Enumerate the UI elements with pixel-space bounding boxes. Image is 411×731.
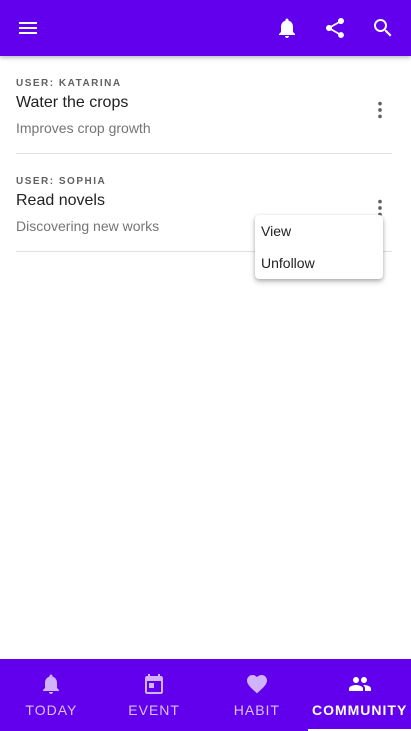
nav-label: EVENT (128, 702, 180, 718)
nav-label: COMMUNITY (311, 702, 408, 718)
bell-icon[interactable] (273, 14, 301, 42)
nav-label: HABIT (233, 702, 280, 718)
card-title: Read novels (16, 192, 105, 209)
card-options-menu: View Unfollow (255, 215, 383, 279)
card-subtitle: Improves crop growth (16, 120, 151, 136)
share-icon[interactable] (321, 14, 349, 42)
bottom-navigation: TODAY EVENT HABIT COMMUNITY (0, 659, 411, 731)
menu-icon[interactable] (14, 14, 42, 42)
menu-item-unfollow[interactable]: Unfollow (261, 247, 377, 279)
calendar-icon (142, 672, 166, 696)
card-user-label: USER: SOPHIA (16, 176, 107, 187)
nav-label: TODAY (25, 702, 78, 718)
nav-item-today[interactable]: TODAY (0, 659, 103, 731)
more-vert-icon[interactable] (368, 98, 392, 122)
bell-icon (39, 672, 63, 696)
nav-item-habit[interactable]: HABIT (206, 659, 309, 731)
menu-item-view[interactable]: View (261, 215, 377, 247)
nav-item-event[interactable]: EVENT (103, 659, 206, 731)
card-user-label: USER: KATARINA (16, 78, 122, 89)
community-list: USER: KATARINA Water the crops Improves … (0, 56, 411, 659)
heart-icon (245, 672, 269, 696)
app-bar (0, 0, 411, 56)
search-icon[interactable] (369, 14, 397, 42)
card-title: Water the crops (16, 94, 129, 111)
habit-card[interactable]: USER: KATARINA Water the crops Improves … (16, 56, 392, 154)
card-subtitle: Discovering new works (16, 218, 160, 234)
nav-item-community[interactable]: COMMUNITY (308, 659, 411, 731)
people-icon (348, 672, 372, 696)
